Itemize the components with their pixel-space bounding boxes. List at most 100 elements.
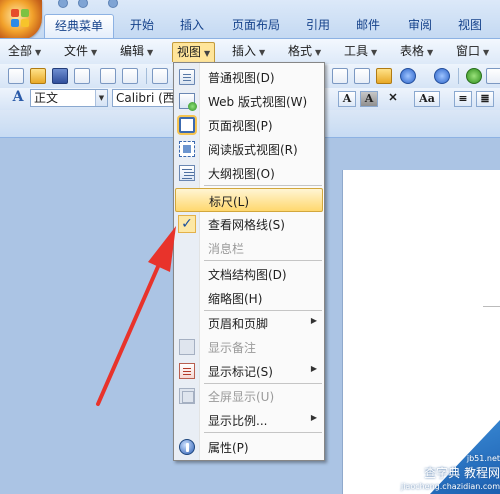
menu-item-label: 查看网格线(S) [208,218,285,232]
print-icon[interactable] [122,68,138,84]
web-layout-icon [179,93,197,111]
tab-view[interactable]: 视图 [448,14,492,38]
save-icon[interactable] [52,68,68,84]
undo-icon[interactable] [78,0,88,8]
watermark-corner: jb51.net [466,454,500,463]
menu-insert-label: 插入 [232,44,257,58]
menu-item-label: 显示比例... [208,414,268,428]
menu-format[interactable]: 格式 ▼ [284,42,325,62]
menu-item-label: 缩略图(H) [208,292,263,306]
watermark-line2: jiaocheng.chazidian.com [400,482,500,491]
menu-tools-label: 工具 [344,44,369,58]
outline-view-icon [179,165,195,181]
classic-menu-bar: 全部 ▼ 文件 ▼ 编辑 ▼ 视图 ▼ 插入 ▼ 格式 ▼ 工具 ▼ 表格 ▼ 窗口 ▼ [0,38,500,64]
menu-item-reading-layout[interactable]: 阅读版式视图(R) [175,137,323,161]
undo-icon[interactable] [400,68,416,84]
styles-icon[interactable]: A [10,90,26,106]
menu-separator [204,432,322,433]
checkmark-icon: ✓ [178,215,196,233]
chevron-down-icon: ▼ [147,48,154,57]
menu-item-gridlines[interactable]: ✓ 查看网格线(S) [175,212,323,236]
menu-view[interactable]: 视图 ▼ [172,42,216,62]
watermark-text: jb51.net 查字典 教程网 jiaocheng.chazidian.com [366,452,500,494]
menu-item-ruler[interactable]: 标尺(L) [175,188,323,212]
toolbar-divider [458,68,459,84]
chevron-down-icon: ▼ [91,48,98,57]
table-icon[interactable] [486,68,500,84]
open-folder-icon[interactable] [30,68,46,84]
char-spacing-icon[interactable]: ✕ [382,91,404,107]
menu-item-header-footer[interactable]: 页眉和页脚 ▶ [175,311,323,335]
tab-home[interactable]: 开始 [120,14,164,38]
fullscreen-icon [179,388,195,404]
menu-tools[interactable]: 工具 ▼ [340,42,381,62]
menu-table[interactable]: 表格 ▼ [396,42,437,62]
menu-item-print-layout[interactable]: 页面视图(P) [175,113,323,137]
redo-icon[interactable] [108,0,118,8]
menu-item-label: 页眉和页脚 [208,317,269,331]
ribbon-tab-bar: 经典菜单 开始 插入 页面布局 引用 邮件 审阅 视图 [0,0,500,40]
tab-references[interactable]: 引用 [296,14,340,38]
save-icon[interactable] [58,0,68,8]
toolbar-divider [146,68,147,84]
view-dropdown-menu: 普通视图(D) Web 版式视图(W) 页面视图(P) 阅读版式视图(R) 大纲… [173,62,325,461]
tab-insert[interactable]: 插入 [170,14,214,38]
menu-item-web-layout[interactable]: Web 版式视图(W) [175,89,323,113]
font-value: Calibri (西文 [116,91,177,105]
menu-insert[interactable]: 插入 ▼ [228,42,269,62]
menu-item-show-markup[interactable]: 显示标记(S) ▶ [175,359,323,383]
permission-icon[interactable] [74,68,90,84]
menu-item-document-map[interactable]: 文档结构图(D) [175,262,323,286]
menu-window-label: 窗口 [456,44,481,58]
menu-all[interactable]: 全部 ▼ [4,42,45,62]
menu-item-show-notes: 显示备注 [175,335,323,359]
menu-window[interactable]: 窗口 ▼ [452,42,493,62]
redo-icon[interactable] [434,68,450,84]
menu-item-label: 阅读版式视图(R) [208,143,298,157]
menu-separator [204,260,322,261]
menu-item-message-bar: 消息栏 [175,236,323,260]
char-shading-icon[interactable]: A [360,91,378,107]
menu-item-zoom[interactable]: 显示比例... ▶ [175,408,323,432]
normal-view-icon [179,69,195,85]
tab-classic-menu[interactable]: 经典菜单 [44,14,114,38]
menu-item-label: 属性(P) [208,441,249,455]
menu-table-label: 表格 [400,44,425,58]
copy-icon[interactable] [332,68,348,84]
menu-item-properties[interactable]: 属性(P) [175,435,323,459]
hyperlink-icon[interactable] [466,68,482,84]
change-case-icon[interactable]: Aa [414,91,440,107]
menu-item-full-screen: 全屏显示(U) [175,384,323,408]
menu-item-label: 页面视图(P) [208,119,273,133]
menu-separator [204,185,322,186]
new-document-icon[interactable] [8,68,24,84]
properties-icon [179,439,195,455]
menu-item-label: 全屏显示(U) [208,390,275,404]
align-left-icon[interactable]: ≡ [454,91,472,107]
justify-icon[interactable]: ≣ [476,91,494,107]
grow-font-icon[interactable]: A [338,91,356,107]
paste-icon[interactable] [354,68,370,84]
format-painter-icon[interactable] [376,68,392,84]
chevron-down-icon: ▼ [483,48,490,57]
menu-item-label: Web 版式视图(W) [208,95,308,109]
menu-edit[interactable]: 编辑 ▼ [116,42,157,62]
submenu-arrow-icon: ▶ [310,316,317,325]
style-value: 正文 [34,91,59,105]
menu-item-normal-view[interactable]: 普通视图(D) [175,65,323,89]
menu-format-label: 格式 [288,44,313,58]
menu-file[interactable]: 文件 ▼ [60,42,101,62]
print-preview-icon[interactable] [100,68,116,84]
menu-item-thumbnails[interactable]: 缩略图(H) [175,286,323,310]
chevron-down-icon: ▼ [315,48,322,57]
research-icon[interactable] [152,68,168,84]
menu-item-label: 文档结构图(D) [208,268,287,282]
submenu-arrow-icon: ▶ [310,364,317,373]
font-combo[interactable]: Calibri (西文 [112,89,178,107]
reading-layout-icon [179,141,195,157]
tab-review[interactable]: 审阅 [398,14,442,38]
tab-page-layout[interactable]: 页面布局 [222,14,290,38]
menu-item-outline-view[interactable]: 大纲视图(O) [175,161,323,185]
style-combo[interactable]: 正文 ▼ [30,89,108,107]
tab-mailings[interactable]: 邮件 [346,14,390,38]
